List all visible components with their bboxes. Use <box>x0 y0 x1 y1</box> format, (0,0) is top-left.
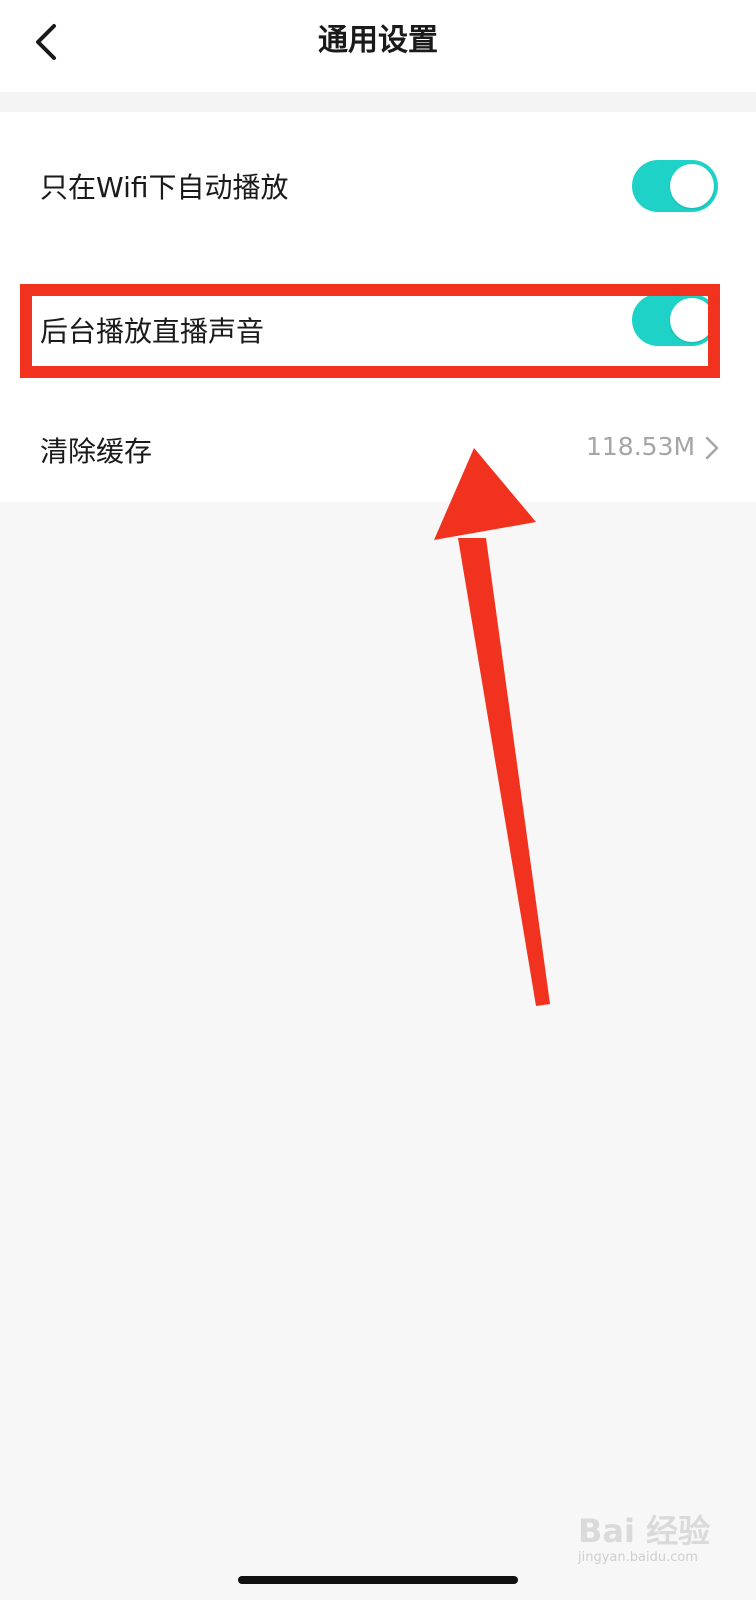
watermark-url: jingyan.baidu.com <box>578 1550 698 1565</box>
setting-row-background-audio: 后台播放直播声音 <box>0 280 756 380</box>
arrow-shaft <box>458 538 550 1006</box>
setting-label-wifi-autoplay: 只在Wifi下自动播放 <box>40 171 289 204</box>
background-audio-toggle[interactable] <box>632 294 718 346</box>
chevron-right-icon <box>705 436 719 460</box>
toggle-knob <box>670 298 714 342</box>
section-divider <box>0 92 756 112</box>
toggle-knob <box>670 164 714 208</box>
setting-row-clear-cache[interactable]: 清除缓存 118.53M <box>0 400 756 496</box>
setting-label-background-audio: 后台播放直播声音 <box>40 315 265 348</box>
setting-label-clear-cache: 清除缓存 <box>40 435 153 468</box>
nav-bar: 通用设置 <box>0 0 756 92</box>
setting-row-wifi-autoplay: 只在Wifi下自动播放 <box>0 136 756 236</box>
watermark-text: Bai 经验 <box>578 1512 711 1550</box>
home-indicator[interactable] <box>238 1576 518 1584</box>
page-title: 通用设置 <box>318 23 438 58</box>
watermark: Bai 经验 jingyan.baidu.com <box>578 1498 738 1578</box>
cache-size-value: 118.53M <box>586 432 696 461</box>
wifi-autoplay-toggle[interactable] <box>632 160 718 212</box>
